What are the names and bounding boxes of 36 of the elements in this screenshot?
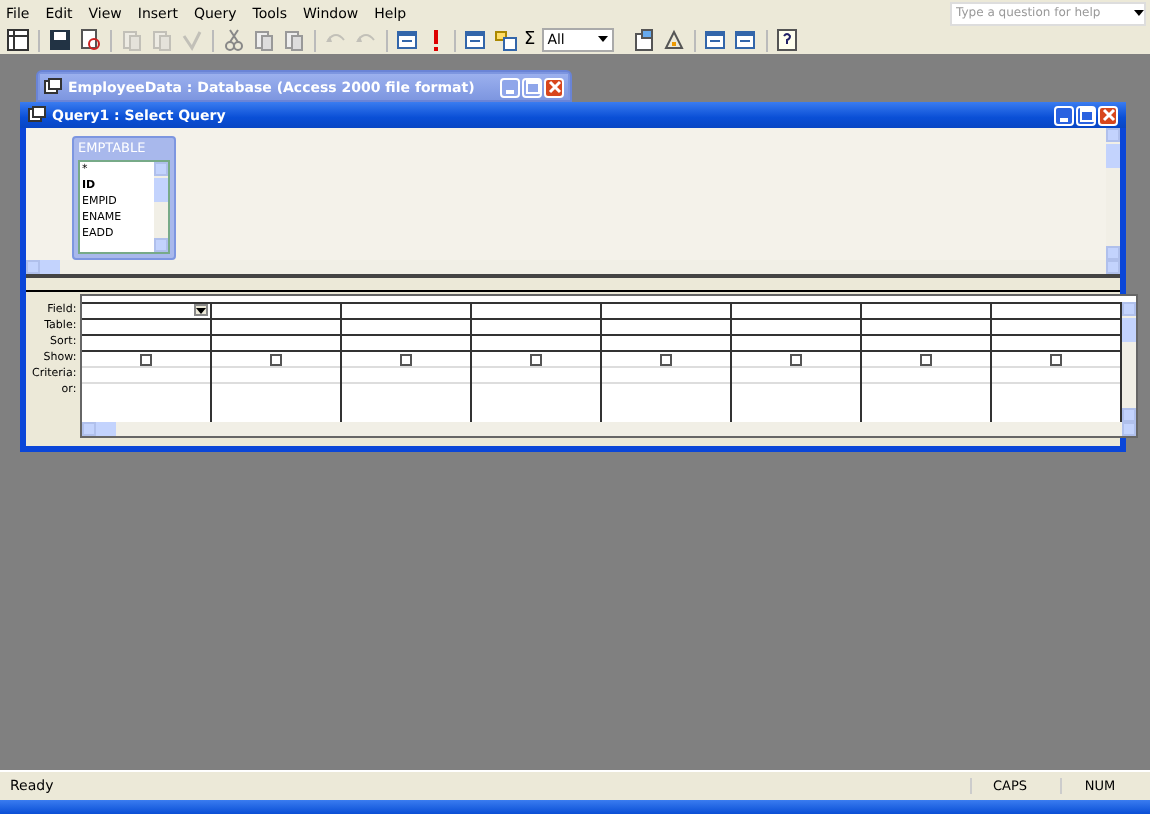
grid-cell[interactable] — [992, 350, 1121, 366]
help-icon[interactable] — [775, 28, 800, 52]
grid-cell[interactable] — [602, 350, 731, 366]
show-checkbox[interactable] — [920, 353, 933, 365]
show-checkbox[interactable] — [270, 353, 283, 365]
show-checkbox[interactable] — [400, 353, 413, 365]
vertical-scrollbar[interactable] — [1106, 128, 1120, 260]
grid-cell[interactable] — [472, 350, 601, 366]
cut-icon[interactable] — [222, 28, 246, 52]
maximize-button[interactable] — [1076, 105, 1096, 125]
vertical-scrollbar[interactable] — [1122, 302, 1137, 422]
save-icon[interactable] — [48, 28, 72, 52]
dropdown-arrow-icon[interactable] — [194, 304, 209, 316]
horizontal-scrollbar[interactable] — [26, 260, 1120, 274]
show-checkbox[interactable] — [790, 353, 803, 365]
vertical-scrollbar[interactable] — [154, 162, 168, 252]
show-checkbox[interactable] — [530, 353, 543, 365]
show-checkbox[interactable] — [1050, 353, 1063, 365]
grid-cell[interactable] — [212, 350, 341, 366]
show-checkbox[interactable] — [660, 353, 673, 365]
grid-cell[interactable] — [82, 302, 211, 318]
grid-cell[interactable] — [82, 350, 211, 366]
totals-button[interactable]: Σ — [524, 30, 536, 50]
grid-cell[interactable] — [732, 350, 861, 366]
dropdown-arrow-icon[interactable] — [597, 36, 608, 44]
view-icon[interactable] — [6, 28, 30, 52]
properties-icon[interactable] — [631, 28, 656, 52]
horizontal-scrollbar[interactable] — [82, 422, 1137, 436]
dropdown-arrow-icon[interactable] — [1134, 9, 1144, 17]
grid-cell[interactable] — [862, 350, 991, 366]
grid-cell[interactable] — [342, 350, 471, 366]
pane-splitter[interactable] — [26, 274, 1120, 292]
close-button[interactable] — [1098, 105, 1118, 125]
minimize-button[interactable] — [1054, 105, 1074, 125]
print-preview-icon[interactable] — [78, 28, 102, 52]
show-checkbox[interactable] — [140, 353, 153, 365]
